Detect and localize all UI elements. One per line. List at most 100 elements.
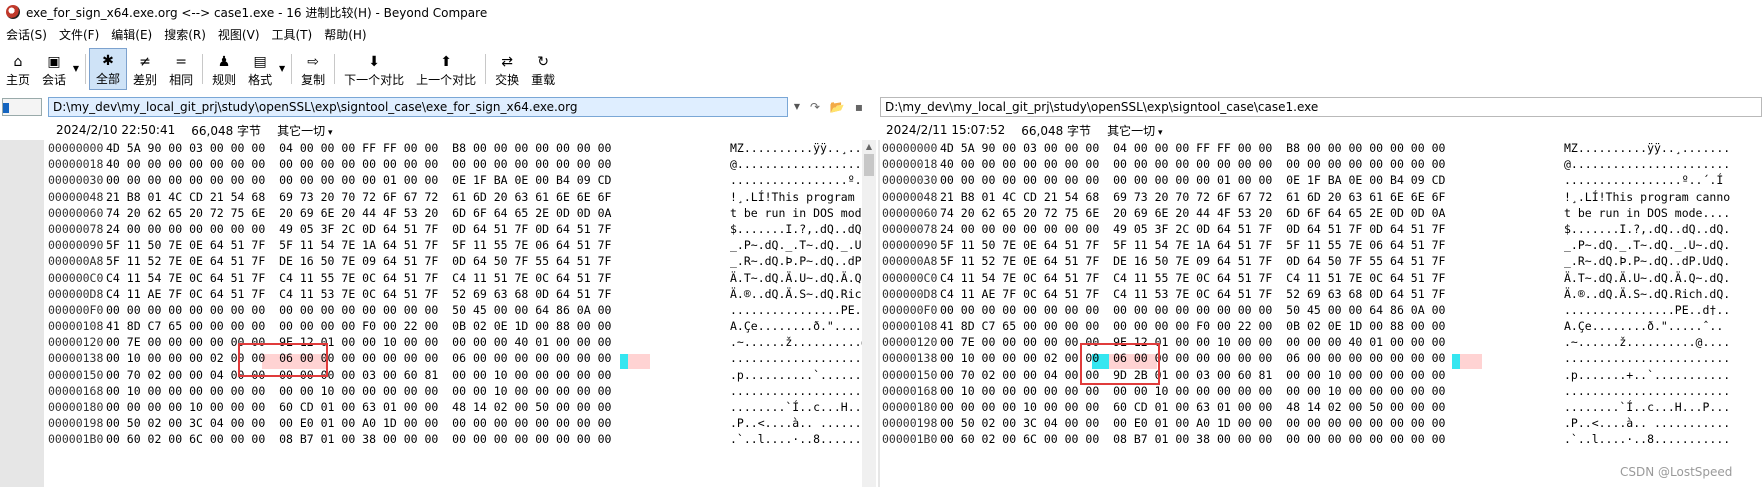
chevron-down-icon[interactable]: ▼ — [279, 64, 285, 73]
ascii-text: _.R~.dQ.Þ.P~.dQ..dP.UdQ. — [730, 254, 876, 269]
toolbar-button-referee[interactable]: ♟ 规则 — [206, 48, 242, 90]
toolbar-button-label: 格式 — [248, 73, 273, 87]
hex-bytes: 00 60 02 00 6C 00 00 00 08 B7 01 00 38 0… — [106, 432, 612, 447]
hex-row: 00000138 00 10 00 00 00 02 00 00 06 00 00… — [48, 350, 876, 366]
toolbar-button-reload[interactable]: ↻ 重载 — [525, 48, 561, 90]
hex-offset: 000000A8 — [882, 254, 938, 269]
scroll-thumb[interactable] — [864, 154, 874, 176]
toolbar-button-up-arrow[interactable]: ⬆ 上一个对比 — [410, 48, 482, 90]
menu-item[interactable]: 编辑(E) — [105, 24, 158, 46]
beyond-compare-logo-icon — [6, 5, 20, 19]
history-arrow-icon[interactable]: ↷ — [806, 99, 824, 115]
ascii-text: $.......I.?,.dQ..dQ..dQ. — [730, 221, 876, 236]
ascii-text: Ä.®..dQ.Ä.S~.dQ.Rich.dQ. — [730, 286, 876, 301]
reload-icon: ↻ — [537, 54, 550, 70]
left-filter-dropdown[interactable]: 其它一切 — [277, 122, 332, 139]
left-hex-pane[interactable]: 00000000 4D 5A 90 00 03 00 00 00 04 00 00… — [0, 140, 876, 487]
hex-offset: 000000D8 — [48, 286, 104, 301]
toolbar-button-label: 规则 — [212, 73, 237, 87]
ascii-text: MZ..........ÿÿ..¸....... — [1564, 141, 1731, 155]
menu-item[interactable]: 视图(V) — [212, 24, 266, 46]
folder-browse-icon[interactable]: 📂 — [828, 99, 846, 115]
hex-bytes: 00 10 00 00 00 02 00 00 06 00 00 00 00 0… — [106, 351, 612, 366]
hex-offset: 00000108 — [882, 319, 938, 334]
left-hex-rows: 00000000 4D 5A 90 00 03 00 00 00 04 00 00… — [48, 140, 876, 448]
toolbar-button-down-arrow[interactable]: ⬇ 下一个对比 — [338, 48, 410, 90]
hex-offset: 00000000 — [882, 141, 938, 155]
hex-offset: 00000018 — [882, 157, 938, 172]
hex-offset: 00000150 — [882, 367, 938, 382]
hex-offset: 000001B0 — [882, 432, 938, 447]
hex-bytes: 41 8D C7 65 00 00 00 00 00 00 00 00 F0 0… — [940, 319, 1446, 334]
ascii-text: .P..<....à.. ........... — [1564, 416, 1731, 431]
hex-offset: 00000198 — [882, 416, 938, 431]
menu-item[interactable]: 工具(T) — [266, 24, 319, 46]
hex-offset: 00000030 — [882, 173, 938, 188]
toolbar-button-briefcase[interactable]: ▣ 会话 ▼ — [36, 48, 82, 90]
right-hex-pane[interactable]: 00000000 4D 5A 90 00 03 00 00 00 04 00 00… — [878, 140, 1762, 487]
ascii-text: @....................... — [730, 157, 876, 172]
hex-offset: 00000138 — [48, 351, 104, 366]
save-icon[interactable]: ▪ — [850, 99, 868, 115]
watermark: CSDN @LostSpeed — [1620, 465, 1733, 479]
hex-offset: 00000120 — [48, 335, 104, 350]
right-file-date: 2024/2/11 15:07:52 — [886, 123, 1006, 137]
hex-offset: 000000F0 — [48, 302, 104, 317]
ascii-text: .................º..´.Í — [730, 173, 876, 188]
hex-offset: 000001B0 — [48, 432, 104, 447]
menu-item[interactable]: 会话(S) — [0, 24, 53, 46]
toolbar-button-asterisk[interactable]: ✱ 全部 — [89, 48, 128, 90]
menu-item[interactable]: 搜索(R) — [158, 24, 212, 46]
toolbar: ⌂ 主页 ▣ 会话 ▼ ✱ 全部 ≠ 差别 = 相同 ♟ 规则 ▤ 格式 ▼ ⇨ 复制 ⬇ 下一个对比 ⬆ 上一个对比 ⇄ 交… — [0, 48, 1762, 90]
hex-bytes: 4D 5A 90 00 03 00 00 00 04 00 00 00 FF F… — [940, 141, 1446, 155]
menu-item[interactable]: 帮助(H) — [318, 24, 372, 46]
hex-bytes: 00 00 00 00 00 00 00 00 00 00 00 00 00 0… — [106, 173, 612, 188]
toolbar-button-swap[interactable]: ⇄ 交换 — [489, 48, 525, 90]
right-path-input[interactable]: D:\my_dev\my_local_git_prj\study\openSSL… — [880, 97, 1762, 117]
hex-offset: 00000048 — [882, 189, 938, 204]
hex-row: 000000A8 5F 11 52 7E 0E 64 51 7F DE 16 50… — [882, 253, 1730, 269]
toolbar-button-not-equal[interactable]: ≠ 差别 — [127, 48, 163, 90]
chevron-down-icon[interactable]: ▼ — [73, 64, 79, 73]
ascii-text: .................º..´.Í — [1564, 173, 1724, 188]
hex-row: 00000090 5F 11 50 7E 0E 64 51 7F 5F 11 54… — [48, 237, 876, 253]
chevron-down-icon[interactable]: ▼ — [790, 97, 804, 117]
hex-row: 00000000 4D 5A 90 00 03 00 00 00 04 00 00… — [48, 140, 876, 156]
hex-row: 00000000 4D 5A 90 00 03 00 00 00 04 00 00… — [882, 140, 1731, 156]
ascii-text: !¸.LÍ!This program canno — [1564, 189, 1731, 204]
hex-offset: 00000168 — [882, 383, 938, 398]
toolbar-button-format[interactable]: ▤ 格式 ▼ — [242, 48, 288, 90]
ascii-text: .P..<....à.. ........... — [730, 416, 876, 431]
ascii-text: A.Çe........ð.".....ˆ.. — [1564, 319, 1724, 334]
toolbar-button-home[interactable]: ⌂ 主页 — [0, 48, 36, 90]
hex-offset: 00000018 — [48, 157, 104, 172]
hex-row: 00000078 24 00 00 00 00 00 00 00 49 05 3F… — [48, 221, 876, 237]
hex-offset: 00000060 — [48, 205, 104, 220]
toolbar-separator — [485, 54, 487, 84]
hex-bytes: 5F 11 50 7E 0E 64 51 7F 5F 11 54 7E 1A 6… — [940, 238, 1446, 253]
hex-bytes: 41 8D C7 65 00 00 00 00 00 00 00 00 F0 0… — [106, 319, 612, 334]
title-bar: exe_for_sign_x64.exe.org <--> case1.exe … — [0, 0, 1762, 24]
right-filter-dropdown[interactable]: 其它一切 — [1107, 122, 1162, 139]
ascii-text: _.P~.dQ._.T~.dQ._.U~.dQ. — [1564, 238, 1731, 253]
left-path-input[interactable]: D:\my_dev\my_local_git_prj\study\openSSL… — [48, 97, 788, 117]
menu-bar: 会话(S) 文件(F) 编辑(E) 搜索(R) 视图(V) 工具(T) 帮助(H) — [0, 24, 1762, 46]
ascii-text: A.Çe........ð.".....ˆ.. — [730, 319, 876, 334]
hex-offset: 00000078 — [882, 221, 938, 236]
toolbar-button-equal[interactable]: = 相同 — [163, 48, 199, 90]
toolbar-button-label: 会话 — [42, 73, 67, 87]
left-vertical-scrollbar[interactable]: ▲ — [862, 140, 876, 487]
hex-offset: 00000000 — [48, 141, 104, 155]
hex-offset: 00000138 — [882, 351, 938, 366]
hex-offset: 00000150 — [48, 367, 104, 382]
hex-bytes: C4 11 AE 7F 0C 64 51 7F C4 11 53 7E 0C 6… — [106, 286, 612, 301]
scroll-up-icon[interactable]: ▲ — [862, 142, 876, 152]
toolbar-button-copy-arrow[interactable]: ⇨ 复制 — [295, 48, 331, 90]
format-icon: ▤ — [253, 54, 267, 70]
hex-offset: 00000168 — [48, 383, 104, 398]
ascii-text: ................PE..d†.. — [730, 302, 876, 317]
ascii-text: _.P~.dQ._.T~.dQ._.U~.dQ. — [730, 238, 876, 253]
ascii-text: ................PE..d†.. — [1564, 302, 1731, 317]
hex-offset: 00000198 — [48, 416, 104, 431]
menu-item[interactable]: 文件(F) — [53, 24, 105, 46]
